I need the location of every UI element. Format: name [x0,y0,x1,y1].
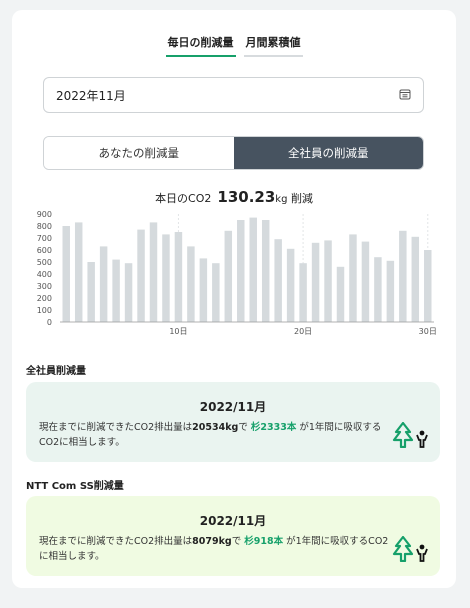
bar [137,229,145,322]
y-tick-label: 200 [37,294,52,303]
desc-text: 現在までに削減できたCO2排出量は [39,536,193,547]
y-tick-label: 100 [37,306,52,315]
calendar-icon[interactable] [399,88,411,103]
bar [286,248,295,322]
tree-person-icons [392,421,428,452]
y-tick-label: 0 [47,318,52,327]
bar [249,217,257,322]
bar [361,241,370,322]
bar [112,259,120,322]
person-icon [416,430,428,452]
desc-text: で [231,536,242,547]
bar [199,258,208,322]
bar [311,242,320,322]
bar [99,246,108,322]
x-tick-label: 20日 [294,327,312,336]
bar [324,240,332,322]
bar [224,230,233,322]
y-tick-label: 600 [37,246,52,255]
all-staff-date: 2022/11月 [199,400,267,414]
y-tick-label: 500 [37,258,52,267]
bar [349,234,357,322]
bar [124,263,133,322]
tree-icon [392,535,414,566]
today-reduction: 本日のCO2 130.23kg 削減 [12,188,456,206]
today-value: 130.23 [217,188,276,206]
bar [237,220,245,322]
desc-text: 現在までに削減できたCO2排出量は [39,422,193,433]
ntt-description: 現在までに削減できたCO2排出量は8079kgで 杉918本 が1年間に吸収する… [39,534,389,564]
desc-text: で [238,422,248,433]
bar [386,260,395,322]
month-value: 2022年11月 [56,88,126,103]
ntt-box: 2022/11月 現在までに削減できたCO2排出量は8079kgで 杉918本 … [26,496,440,576]
bar [87,262,95,322]
all-staff-description: 現在までに削減できたCO2排出量は20534kgで 杉2333本 が1年間に吸収… [39,420,389,450]
person-icon [416,544,428,566]
scope-toggle: あなたの削減量 全社員の削減量 [43,136,424,170]
bar [187,246,195,322]
ntt-date: 2022/11月 [199,514,267,528]
bar [74,222,83,322]
bar [149,222,158,322]
tab-monthly[interactable]: 月間累積値 [243,32,303,57]
co2-amount: 8079kg [192,536,232,547]
tab-daily[interactable]: 毎日の削減量 [165,32,236,57]
view-tabs: 毎日の削減量 月間累積値 [12,32,456,57]
ntt-title: NTT Com SS削減量 [26,481,124,492]
co2-amount: 20534kg [192,422,239,433]
all-staff-box: 2022/11月 現在までに削減できたCO2排出量は20534kgで 杉2333… [26,382,440,462]
y-tick-label: 700 [37,234,52,243]
x-tick-label: 10日 [169,327,187,336]
tree-count: 杉2333本 [250,422,297,433]
bar [374,257,382,322]
toggle-company[interactable]: 全社員の削減量 [233,137,423,169]
tree-person-icons [392,535,428,566]
bar [299,263,307,322]
x-tick-label: 30日 [419,327,437,336]
bar [411,236,420,322]
all-staff-title: 全社員削減量 [26,366,86,377]
today-prefix: 本日のCO2 [155,192,212,205]
month-picker[interactable]: 2022年11月 [43,77,424,113]
y-tick-label: 900 [37,210,52,219]
bar [336,266,345,322]
y-tick-label: 400 [37,270,52,279]
daily-bar-chart: 900 800 700 600 500 400 300 200 100 0 10日 20日 30日 [37,210,437,336]
tree-count: 杉918本 [244,536,284,547]
bar [274,239,282,322]
today-suffix: 削減 [290,192,313,205]
main-card: 毎日の削減量 月間累積値 2022年11月 あなたの削減量 全社員の削減量 本日… [12,10,456,588]
bar [424,250,432,322]
bar [62,226,70,322]
bar [261,220,270,322]
tree-icon [392,421,414,452]
y-tick-label: 800 [37,222,52,231]
today-unit: kg [275,194,288,205]
bar [162,234,170,322]
bar [212,263,220,322]
toggle-yours[interactable]: あなたの削減量 [44,137,234,169]
bar [399,230,407,322]
bar [174,232,183,322]
y-tick-label: 300 [37,282,52,291]
